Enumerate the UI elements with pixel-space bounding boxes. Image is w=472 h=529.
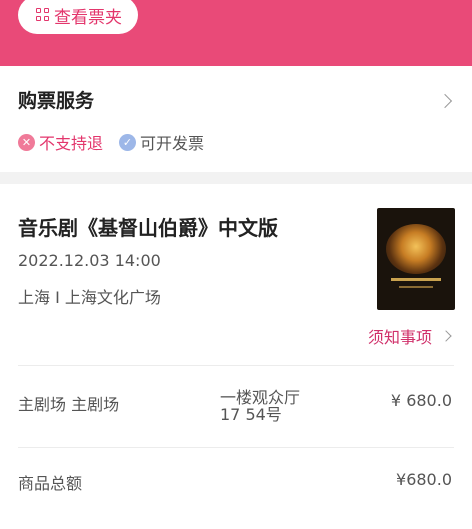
check-circle-icon: ✓ xyxy=(119,133,137,151)
divider xyxy=(18,447,454,448)
notice-link[interactable]: 须知事项 xyxy=(368,324,452,348)
ticket-service-title: 购票服务 xyxy=(18,90,95,112)
no-refund-tag: ✕ 不支持退 xyxy=(18,130,103,154)
service-tags: ✕ 不支持退 ✓ 可开发票 xyxy=(18,130,220,154)
seat-line-1: 一楼观众厅 xyxy=(220,388,301,407)
session-label: 主剧场 主剧场 xyxy=(18,395,120,414)
seat-line-2: 17 54号 xyxy=(220,405,282,424)
invoice-tag: ✓ 可开发票 xyxy=(119,130,204,154)
show-datetime: 2022.12.03 14:00 xyxy=(18,251,161,270)
top-banner: 查看票夹 xyxy=(0,0,472,66)
show-venue: 上海 I 上海文化广场 xyxy=(18,288,161,307)
chevron-right-icon xyxy=(440,330,452,342)
x-circle-icon: ✕ xyxy=(18,133,35,151)
seat-info: 一楼观众厅 17 54号 xyxy=(220,389,300,423)
show-title: 音乐剧《基督山伯爵》中文版 xyxy=(18,216,278,240)
show-poster[interactable] xyxy=(377,208,455,310)
ticket-service-section[interactable]: 购票服务 ✕ 不支持退 ✓ 可开发票 xyxy=(0,66,472,172)
total-label: 商品总额 xyxy=(18,474,83,493)
divider xyxy=(18,365,454,366)
total-value: ¥680.0 xyxy=(396,470,452,489)
no-refund-label: 不支持退 xyxy=(39,134,104,153)
view-ticket-wallet-button[interactable]: 查看票夹 xyxy=(18,0,138,34)
view-ticket-wallet-label: 查看票夹 xyxy=(54,7,122,28)
chevron-right-icon[interactable] xyxy=(437,93,453,109)
invoice-label: 可开发票 xyxy=(140,134,205,153)
notice-link-label: 须知事项 xyxy=(368,328,433,347)
item-price: ¥ 680.0 xyxy=(390,391,452,410)
order-card: 音乐剧《基督山伯爵》中文版 2022.12.03 14:00 上海 I 上海文化… xyxy=(0,184,472,529)
grid-icon xyxy=(36,8,50,22)
